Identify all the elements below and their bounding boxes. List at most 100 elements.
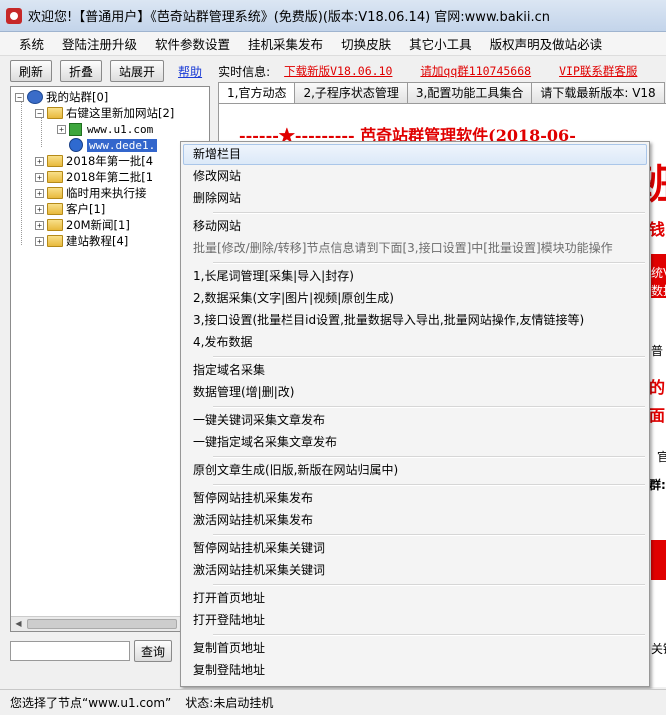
content-fragment: 关键	[651, 642, 666, 656]
menu-item-activate-auto-publish[interactable]: 激活网站挂机采集发布	[183, 510, 647, 531]
menu-copyright[interactable]: 版权声明及做站必读	[481, 34, 612, 53]
tree-node-site-u1[interactable]: + www.u1.com	[57, 121, 153, 137]
expand-toggle-icon[interactable]: +	[35, 236, 44, 246]
status-bar: 您选择了节点“www.u1.com” 状态:未启动挂机	[0, 689, 666, 715]
menu-item-publish-data[interactable]: 4,发布数据	[183, 332, 647, 353]
tree-node-label: 建站教程[4]	[66, 234, 129, 248]
status-selected-node: 您选择了节点“www.u1.com”	[10, 696, 172, 710]
tab-official-news[interactable]: 1,官方动态	[218, 82, 296, 104]
menu-system[interactable]: 系统	[10, 34, 53, 53]
menu-item-interface-settings[interactable]: 3,接口设置(批量栏目id设置,批量数据导入导出,批量网站操作,友情链接等)	[183, 310, 647, 331]
status-hang-state: 状态:未启动挂机	[185, 696, 274, 710]
menu-separator	[213, 406, 645, 408]
collapse-toggle-icon[interactable]: −	[15, 92, 24, 102]
menu-settings[interactable]: 软件参数设置	[146, 34, 239, 53]
menu-auto-collect[interactable]: 挂机采集发布	[239, 34, 332, 53]
menu-separator	[213, 262, 645, 264]
menu-separator	[213, 484, 645, 486]
browser-icon	[69, 138, 83, 152]
app-icon	[6, 7, 22, 24]
tree-node-temp[interactable]: + 临时用来执行接	[35, 185, 147, 201]
folder-icon	[47, 219, 63, 231]
scroll-left-icon[interactable]: ◀	[11, 617, 26, 631]
menu-item-copy-login[interactable]: 复制登陆地址	[183, 660, 647, 681]
menu-item-data-manage[interactable]: 数据管理(增|删|改)	[183, 382, 647, 403]
search-input[interactable]	[10, 641, 130, 661]
menu-item-pause-auto-publish[interactable]: 暂停网站挂机采集发布	[183, 488, 647, 509]
folder-icon	[47, 171, 63, 183]
expand-toggle-icon[interactable]: +	[35, 188, 44, 198]
tree-node-label: 临时用来执行接	[66, 186, 147, 200]
menu-item-data-collect[interactable]: 2,数据采集(文字|图片|视频|原创生成)	[183, 288, 647, 309]
menu-item-edit-site[interactable]: 修改网站	[183, 166, 647, 187]
vip-link[interactable]: VIP联系群客服	[559, 63, 637, 79]
menu-item-activate-auto-keyword[interactable]: 激活网站挂机采集关键词	[183, 560, 647, 581]
menu-item-open-login[interactable]: 打开登陆地址	[183, 610, 647, 631]
window-title: 欢迎您!【普通用户】《芭奇站群管理系统》(免费版)(版本:V18.06.14) …	[28, 10, 550, 25]
menu-item-delete-site[interactable]: 删除网站	[183, 188, 647, 209]
context-menu: 新增栏目 修改网站 删除网站 移动网站 批量[修改/删除/转移]节点信息请到下面…	[180, 141, 650, 687]
tab-config-tools[interactable]: 3,配置功能工具集合	[406, 82, 533, 103]
menu-item-copy-homepage[interactable]: 复制首页地址	[183, 638, 647, 659]
tree-node-news[interactable]: + 20M新闻[1]	[35, 217, 130, 233]
menu-item-domain-collect[interactable]: 指定域名采集	[183, 360, 647, 381]
refresh-button[interactable]: 刷新	[10, 60, 53, 82]
expand-toggle-icon[interactable]: +	[57, 124, 66, 134]
tab-subprogram-status[interactable]: 2,子程序状态管理	[294, 82, 408, 103]
tree-node-new-site-group[interactable]: − 右键这里新加网站[2]	[35, 105, 174, 121]
tree-node-client[interactable]: + 客户[1]	[35, 201, 105, 217]
menu-separator	[213, 634, 645, 636]
menu-bar: 系统 登陆注册升级 软件参数设置 挂机采集发布 切换皮肤 其它小工具 版权声明及…	[0, 32, 666, 56]
folder-icon	[47, 203, 63, 215]
expand-toggle-icon[interactable]: +	[35, 156, 44, 166]
menu-item-pause-auto-keyword[interactable]: 暂停网站挂机采集关键词	[183, 538, 647, 559]
menu-separator	[213, 212, 645, 214]
tree-node-label: www.u1.com	[87, 122, 154, 136]
expand-toggle-icon[interactable]: +	[35, 172, 44, 182]
collapse-toggle-icon[interactable]: −	[35, 108, 44, 118]
tree-node-label: 20M新闻[1]	[66, 218, 130, 232]
help-link[interactable]: 帮助	[178, 63, 202, 80]
tree-node-site-dede1[interactable]: www.dede1.	[69, 137, 158, 153]
menu-item-batch-hint: 批量[修改/删除/转移]节点信息请到下面[3,接口设置]中[批量设置]模块功能操…	[193, 241, 613, 255]
query-button[interactable]: 查询	[134, 640, 173, 662]
menu-separator	[213, 584, 645, 586]
tab-strip: 1,官方动态 2,子程序状态管理 3,配置功能工具集合 请下载最新版本: V18	[218, 82, 666, 104]
menu-item-move-site[interactable]: 移动网站	[183, 216, 647, 237]
title-bar: 欢迎您!【普通用户】《芭奇站群管理系统》(免费版)(版本:V18.06.14) …	[0, 0, 666, 32]
tree-node-label: 我的站群[0]	[46, 90, 109, 104]
menu-item-longtail-keywords[interactable]: 1,长尾词管理[采集|导入|封存)	[183, 266, 647, 287]
menu-item-keyword-collect-publish[interactable]: 一键关键词采集文章发布	[183, 410, 647, 431]
content-fragment: 普	[651, 344, 664, 358]
menu-item-open-homepage[interactable]: 打开首页地址	[183, 588, 647, 609]
menu-separator	[213, 534, 645, 536]
menu-item-original-article[interactable]: 原创文章生成(旧版,新版在网站归属中)	[183, 460, 647, 481]
content-fragment: 统V	[651, 266, 666, 280]
scrollbar-thumb[interactable]	[27, 619, 177, 629]
menu-login-register[interactable]: 登陆注册升级	[53, 34, 146, 53]
tree-node-label: 客户[1]	[66, 202, 106, 216]
tree-node-tutorial[interactable]: + 建站教程[4]	[35, 233, 128, 249]
menu-item-domain-collect-publish[interactable]: 一键指定域名采集文章发布	[183, 432, 647, 453]
tree-node-batch-1[interactable]: + 2018年第一批[4	[35, 153, 153, 169]
tree-node-label: 2018年第一批[4	[66, 154, 154, 168]
expand-button[interactable]: 站展开	[110, 60, 165, 82]
expand-toggle-icon[interactable]: +	[35, 220, 44, 230]
menu-tools[interactable]: 其它小工具	[400, 34, 481, 53]
menu-skin[interactable]: 切换皮肤	[332, 34, 400, 53]
qq-group-link[interactable]: 请加qq群110745668	[420, 63, 531, 79]
folder-icon	[47, 235, 63, 247]
content-fragment: 数据	[651, 284, 666, 298]
collapse-button[interactable]: 折叠	[60, 60, 103, 82]
content-fragment: 钱,	[649, 220, 666, 239]
folder-icon	[47, 155, 63, 167]
expand-toggle-icon[interactable]: +	[35, 204, 44, 214]
tree-node-batch-2[interactable]: + 2018年第二批[1	[35, 169, 153, 185]
realtime-label: 实时信息:	[218, 64, 271, 79]
content-fragment: 面	[649, 406, 666, 425]
tab-download-latest[interactable]: 请下载最新版本: V18	[531, 82, 665, 103]
site-check-icon	[69, 122, 82, 136]
tree-node-root[interactable]: − 我的站群[0]	[15, 89, 108, 105]
download-link[interactable]: 下载新版V18.06.10	[284, 63, 392, 79]
menu-item-add-column[interactable]: 新增栏目	[183, 144, 647, 165]
